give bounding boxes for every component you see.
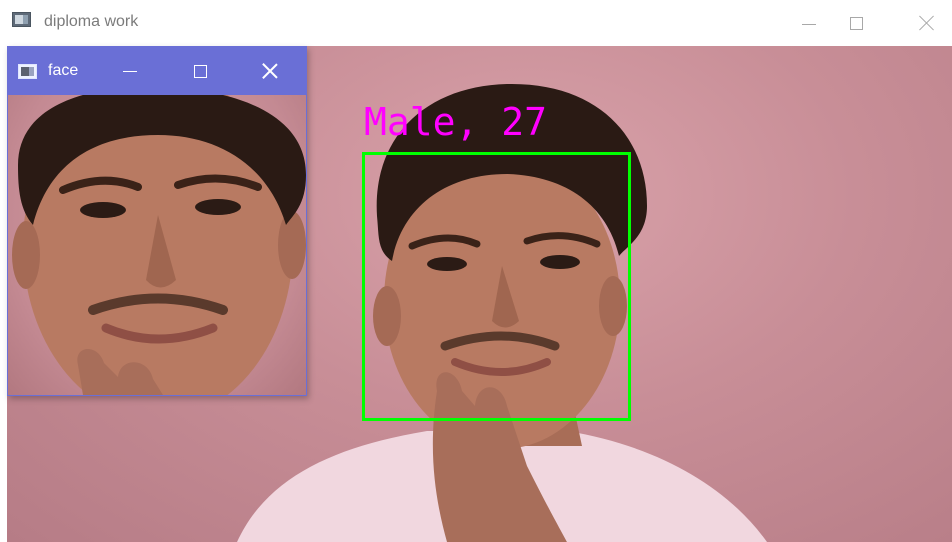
close-icon — [919, 15, 935, 31]
minimize-icon — [802, 23, 816, 25]
app-window-icon — [18, 64, 37, 79]
window-title: diploma work — [44, 13, 139, 30]
face-close-button[interactable] — [250, 47, 290, 95]
app-window-icon — [12, 12, 31, 27]
close-icon — [262, 63, 278, 79]
face-minimize-button[interactable] — [110, 47, 150, 95]
maximize-icon — [193, 64, 207, 78]
minimize-button[interactable] — [786, 0, 832, 46]
close-button[interactable] — [904, 0, 950, 46]
face-crop-photo — [12, 95, 306, 395]
face-maximize-button[interactable] — [180, 47, 220, 95]
main-window-titlebar[interactable]: diploma work — [0, 0, 952, 46]
cropped-face-image — [8, 95, 306, 395]
face-window[interactable]: face — [7, 46, 307, 396]
maximize-button[interactable] — [833, 0, 879, 46]
prediction-label: Male, 27 — [364, 100, 548, 144]
face-bounding-box — [362, 152, 631, 421]
face-window-titlebar[interactable]: face — [8, 47, 306, 95]
maximize-icon — [849, 16, 863, 30]
minimize-icon — [123, 70, 137, 72]
face-window-title: face — [48, 62, 79, 79]
